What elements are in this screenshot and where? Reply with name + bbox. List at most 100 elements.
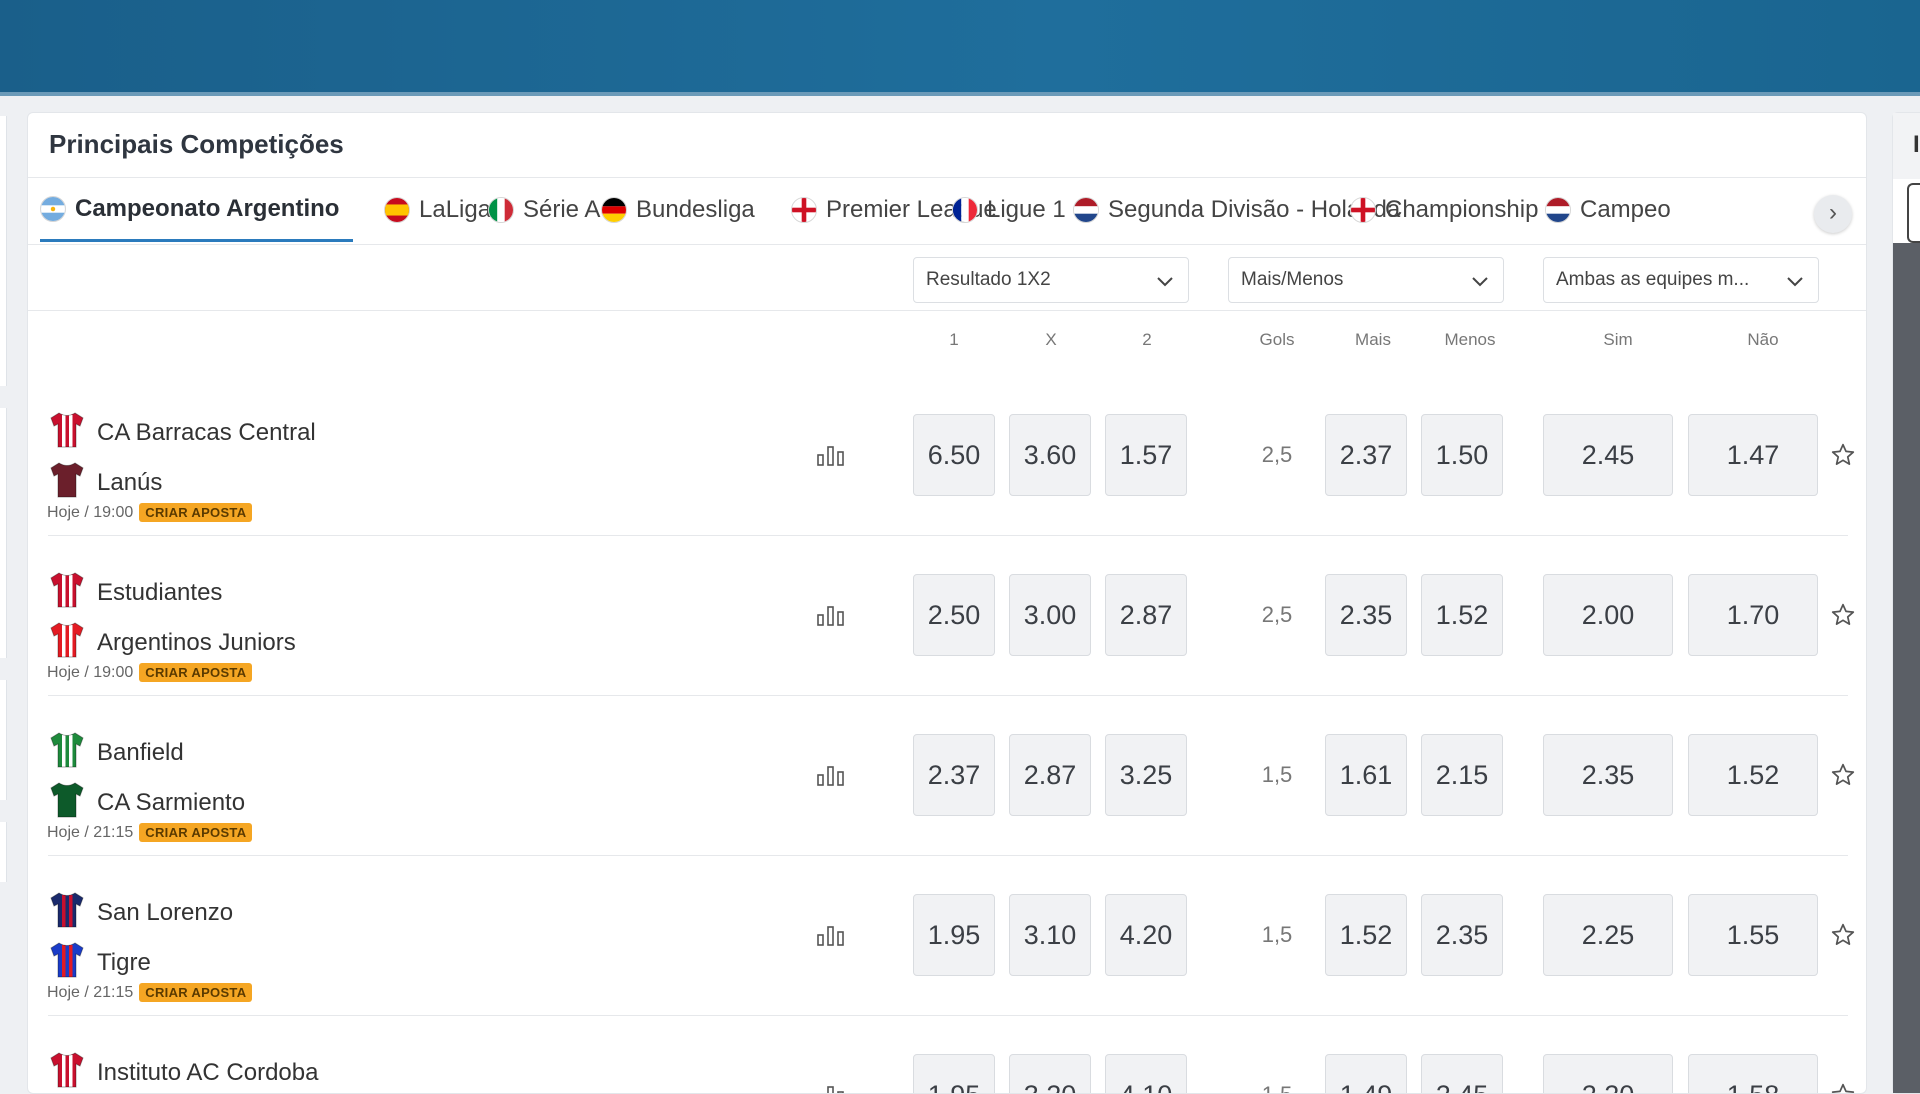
star-icon[interactable] [1830, 922, 1856, 948]
tab-label: Série A [523, 196, 601, 223]
tab-campeo[interactable]: Campeo [1545, 178, 1671, 242]
odd-btts-no[interactable]: 1.47 [1688, 414, 1818, 496]
odd-btts-no[interactable]: 1.58 [1688, 1054, 1818, 1093]
tab-ligue-1[interactable]: Ligue 1 [952, 178, 1066, 242]
odd-btts-yes[interactable]: 2.45 [1543, 414, 1673, 496]
home-team[interactable]: Estudiantes [47, 569, 222, 616]
stats-icon[interactable] [816, 603, 846, 627]
odd-over[interactable]: 2.37 [1325, 414, 1407, 496]
tab-s-rie-a[interactable]: Série A [488, 178, 600, 242]
bet-slip-input[interactable] [1907, 183, 1920, 243]
star-icon[interactable] [1830, 602, 1856, 628]
market-select-label: Ambas as equipes m... [1556, 269, 1750, 290]
odd-btts-no[interactable]: 1.52 [1688, 734, 1818, 816]
create-bet-badge[interactable]: CRIAR APOSTA [139, 983, 253, 1002]
odd-btts-yes[interactable]: 2.25 [1543, 894, 1673, 976]
away-shirt-icon [47, 779, 97, 826]
bet-slip-panel: I [1892, 112, 1920, 1094]
market-select-over-under[interactable]: Mais/Menos [1228, 257, 1504, 303]
tab-bundesliga[interactable]: Bundesliga [601, 178, 755, 242]
odd-btts-no[interactable]: 1.55 [1688, 894, 1818, 976]
home-team[interactable]: Banfield [47, 729, 184, 776]
away-team-name: CA Sarmiento [97, 788, 246, 816]
market-select-1x2[interactable]: Resultado 1X2 [913, 257, 1189, 303]
odd-away[interactable]: 3.25 [1105, 734, 1187, 816]
germany-flag-icon [601, 197, 627, 223]
tab-laliga[interactable]: LaLiga [384, 178, 491, 242]
market-select-btts[interactable]: Ambas as equipes m... [1543, 257, 1819, 303]
odd-btts-no[interactable]: 1.70 [1688, 574, 1818, 656]
odd-away[interactable]: 4.10 [1105, 1054, 1187, 1093]
odd-home[interactable]: 1.95 [913, 1054, 995, 1093]
stats-icon[interactable] [816, 763, 846, 787]
tab-label: Campeo [1580, 196, 1671, 223]
stats-icon[interactable] [816, 443, 846, 467]
left-rail-segment [0, 680, 7, 800]
section-title: Principais Competições [49, 129, 344, 159]
odd-under[interactable]: 1.50 [1421, 414, 1503, 496]
create-bet-badge[interactable]: CRIAR APOSTA [139, 663, 253, 682]
stats-icon[interactable] [816, 1083, 846, 1094]
goals-line: 1,5 [1261, 762, 1293, 787]
match-time: Hoje / 21:15 [47, 983, 134, 1001]
bet-slip-title: I [1913, 131, 1920, 158]
star-icon[interactable] [1830, 762, 1856, 788]
odd-home[interactable]: 2.50 [913, 574, 995, 656]
away-team[interactable]: Lanús [47, 459, 162, 506]
home-shirt-icon [47, 729, 97, 776]
tab-label: Ligue 1 [987, 196, 1066, 223]
star-icon[interactable] [1830, 1082, 1856, 1094]
argentina-flag-icon [40, 195, 66, 222]
odd-over[interactable]: 1.52 [1325, 894, 1407, 976]
away-team[interactable]: Argentinos Juniors [47, 619, 296, 666]
home-team[interactable]: Instituto AC Cordoba [47, 1049, 319, 1093]
star-icon[interactable] [1830, 442, 1856, 468]
away-team[interactable]: CA Sarmiento [47, 779, 245, 826]
odd-draw[interactable]: 3.00 [1009, 574, 1091, 656]
away-team[interactable]: Tigre [47, 939, 151, 986]
odd-away[interactable]: 2.87 [1105, 574, 1187, 656]
odd-over[interactable]: 2.35 [1325, 574, 1407, 656]
odd-under[interactable]: 2.15 [1421, 734, 1503, 816]
match-meta: Hoje / 19:00 CRIAR APOSTA [47, 503, 253, 522]
odd-draw[interactable]: 3.10 [1009, 894, 1091, 976]
odd-over[interactable]: 1.49 [1325, 1054, 1407, 1093]
odd-btts-yes[interactable]: 2.00 [1543, 574, 1673, 656]
match-meta: Hoje / 21:15 CRIAR APOSTA [47, 983, 253, 1002]
odd-under[interactable]: 1.52 [1421, 574, 1503, 656]
odd-home[interactable]: 2.37 [913, 734, 995, 816]
home-shirt-icon [47, 409, 97, 456]
odd-draw[interactable]: 3.60 [1009, 414, 1091, 496]
tab-championship[interactable]: Championship [1350, 178, 1538, 242]
odd-home[interactable]: 6.50 [913, 414, 995, 496]
odd-btts-yes[interactable]: 2.20 [1543, 1054, 1673, 1093]
left-rail-segment [0, 116, 7, 386]
england-flag-icon [1350, 197, 1376, 223]
odd-draw[interactable]: 3.20 [1009, 1054, 1091, 1093]
odd-under[interactable]: 2.35 [1421, 894, 1503, 976]
odd-away[interactable]: 4.20 [1105, 894, 1187, 976]
chevron-down-icon [1157, 277, 1173, 287]
col-head-goals: Gols [1259, 330, 1295, 349]
away-shirt-icon [47, 939, 97, 986]
bet-slip-body [1893, 243, 1920, 1093]
stats-icon[interactable] [816, 923, 846, 947]
col-head-2: 2 [1142, 330, 1152, 349]
home-team-name: Instituto AC Cordoba [97, 1058, 319, 1086]
england-flag-icon [791, 197, 817, 223]
tab-campeonato-argentino[interactable]: Campeonato Argentino [40, 178, 354, 242]
tabs-next-button[interactable]: › [1814, 195, 1852, 233]
odd-away[interactable]: 1.57 [1105, 414, 1187, 496]
create-bet-badge[interactable]: CRIAR APOSTA [139, 823, 253, 842]
home-team[interactable]: CA Barracas Central [47, 409, 316, 456]
odd-home[interactable]: 1.95 [913, 894, 995, 976]
odd-over[interactable]: 1.61 [1325, 734, 1407, 816]
create-bet-badge[interactable]: CRIAR APOSTA [139, 503, 253, 522]
odd-btts-yes[interactable]: 2.35 [1543, 734, 1673, 816]
home-team[interactable]: San Lorenzo [47, 889, 233, 936]
bet-slip-header: I [1893, 113, 1920, 179]
chevron-right-icon: › [1829, 199, 1837, 226]
odd-draw[interactable]: 2.87 [1009, 734, 1091, 816]
goals-line: 2,5 [1261, 442, 1293, 467]
odd-under[interactable]: 2.45 [1421, 1054, 1503, 1093]
